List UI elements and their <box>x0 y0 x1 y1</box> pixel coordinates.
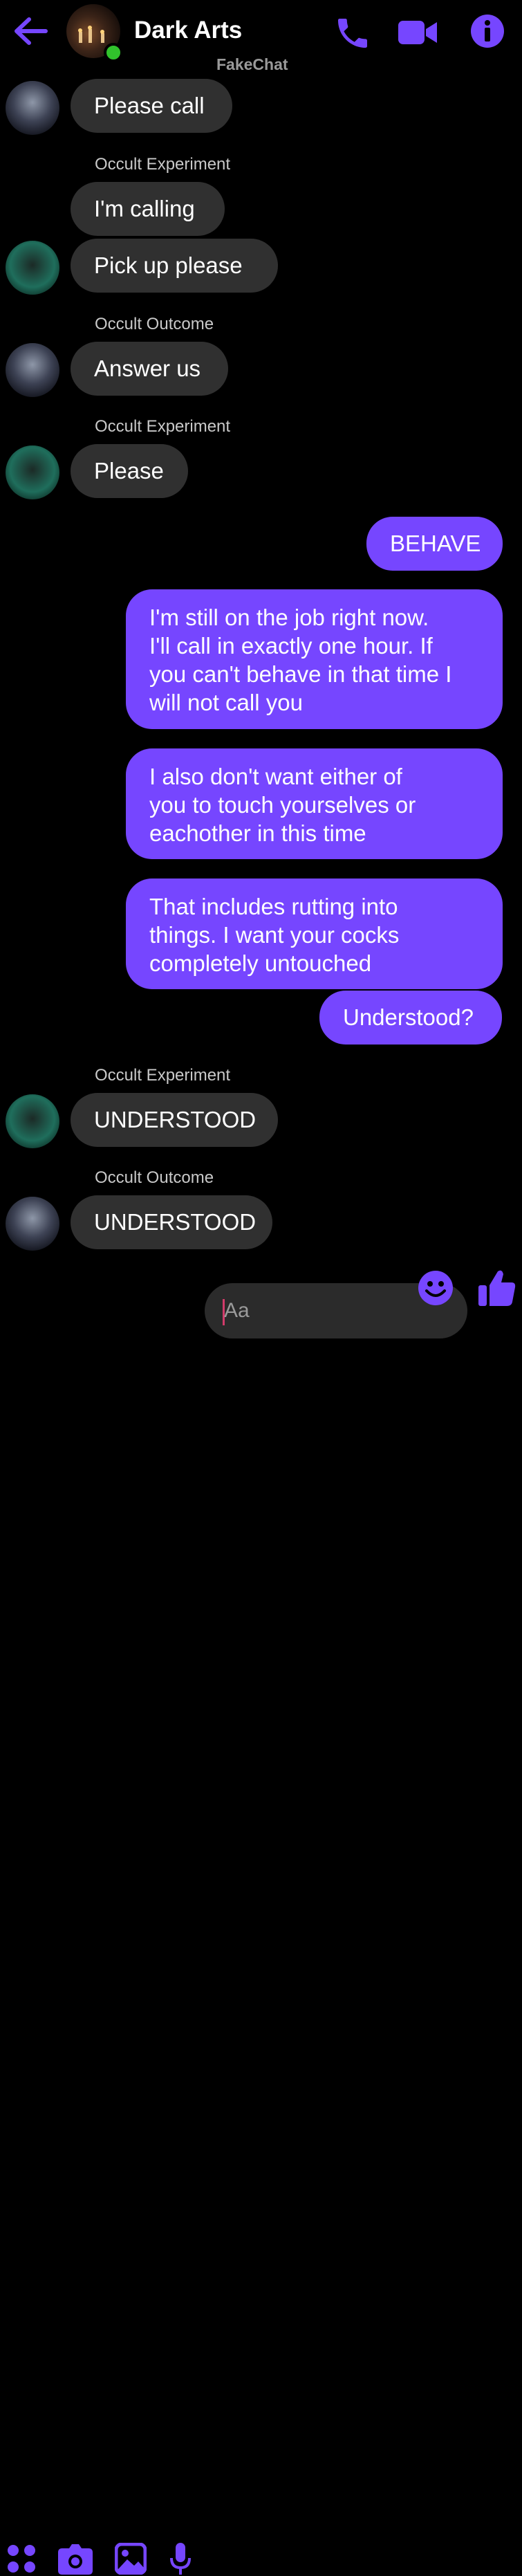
message-bubble-sent[interactable]: I also don't want either of you to touch… <box>126 748 503 859</box>
message-bubble[interactable]: UNDERSTOOD <box>71 1195 272 1249</box>
avatar[interactable] <box>6 445 59 499</box>
chat-header: Dark Arts FakeChat <box>0 0 522 75</box>
message-bubble-sent[interactable]: BEHAVE <box>366 517 503 571</box>
thumbs-up-icon[interactable] <box>478 1269 516 1307</box>
avatar[interactable] <box>6 81 59 135</box>
message-line: you to touch yourselves or <box>149 792 416 818</box>
message-line: I'm still on the job right now. <box>149 605 429 630</box>
avatar[interactable] <box>6 1094 59 1148</box>
message-line: I'll call in exactly one hour. If <box>149 633 433 659</box>
message-bubble[interactable]: UNDERSTOOD <box>71 1093 278 1147</box>
message-bubble-sent[interactable]: That includes rutting into things. I wan… <box>126 878 503 989</box>
message-line: will not call you <box>149 690 303 715</box>
message-bubble-sent[interactable]: Understood? <box>319 991 502 1045</box>
avatar[interactable] <box>6 343 59 397</box>
message-bubble-sent[interactable]: I'm still on the job right now. I'll cal… <box>126 589 503 729</box>
online-status-dot <box>104 43 123 62</box>
sender-name: Occult Experiment <box>95 1066 231 1085</box>
info-icon[interactable] <box>470 14 505 48</box>
camera-icon[interactable] <box>58 2544 93 2575</box>
watermark-label: FakeChat <box>216 55 288 73</box>
phone-icon[interactable] <box>333 14 372 53</box>
avatar[interactable] <box>6 241 59 295</box>
message-bubble[interactable]: I'm calling <box>71 182 225 236</box>
message-line: completely untouched <box>149 950 372 976</box>
message-line: I also don't want either of <box>149 764 402 789</box>
message-bubble[interactable]: Answer us <box>71 342 228 396</box>
apps-icon[interactable] <box>6 2543 37 2575</box>
back-arrow-icon[interactable] <box>12 17 48 46</box>
sender-name: Occult Outcome <box>95 1168 214 1187</box>
message-line: eachother in this time <box>149 820 366 846</box>
microphone-icon[interactable] <box>170 2543 191 2576</box>
avatar[interactable] <box>6 1197 59 1251</box>
message-line: That includes rutting into <box>149 894 398 919</box>
image-icon[interactable] <box>115 2543 147 2575</box>
video-camera-icon[interactable] <box>397 17 438 48</box>
emoji-icon[interactable] <box>418 1270 454 1306</box>
message-input-placeholder: Aa <box>224 1299 250 1322</box>
message-line: you can't behave in that time I <box>149 661 452 687</box>
sender-name: Occult Outcome <box>95 315 214 333</box>
message-line: things. I want your cocks <box>149 922 400 948</box>
chat-title[interactable]: Dark Arts <box>134 17 242 44</box>
message-bubble[interactable]: Pick up please <box>71 239 278 293</box>
message-bubble[interactable]: Please call <box>71 79 232 133</box>
sender-name: Occult Experiment <box>95 417 231 436</box>
message-bubble[interactable]: Please <box>71 444 188 498</box>
sender-name: Occult Experiment <box>95 155 231 174</box>
